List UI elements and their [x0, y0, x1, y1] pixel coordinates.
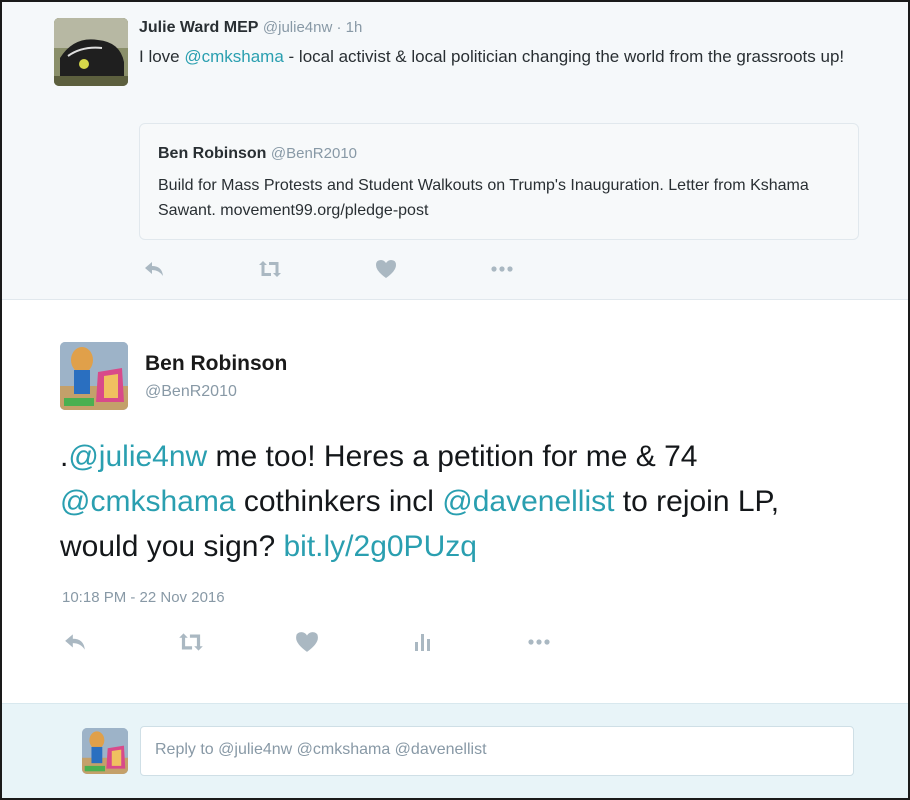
tweet-timestamp[interactable]: 10:18 PM - 22 Nov 2016	[62, 589, 225, 606]
like-icon[interactable]	[371, 257, 401, 281]
quoted-tweet-header: Ben Robinson @BenR2010	[158, 145, 357, 163]
author-name[interactable]: Ben Robinson	[145, 352, 287, 376]
main-tweet-text: .@julie4nw me too! Heres a petition for …	[60, 434, 860, 569]
url-link[interactable]: bit.ly/2g0PUzq	[283, 530, 476, 563]
text-fragment: I love	[139, 47, 185, 66]
author-name[interactable]: Julie Ward MEP	[139, 19, 258, 36]
parent-tweet-text: I love @cmkshama - local activist & loca…	[139, 44, 879, 69]
reply-input[interactable]: Reply to @julie4nw @cmkshama @davenellis…	[140, 726, 854, 776]
like-icon[interactable]	[292, 630, 322, 654]
reply-icon[interactable]	[139, 257, 169, 281]
quoted-author-handle[interactable]: @BenR2010	[271, 145, 357, 162]
reply-icon[interactable]	[60, 630, 90, 654]
avatar[interactable]	[60, 342, 128, 410]
more-icon[interactable]	[487, 257, 517, 281]
tweet-age[interactable]: · 1h	[332, 19, 362, 36]
more-icon[interactable]	[524, 630, 554, 654]
retweet-icon[interactable]	[176, 630, 206, 654]
tweet-frame: Julie Ward MEP @julie4nw · 1h I love @cm…	[0, 0, 910, 800]
author-handle[interactable]: @julie4nw	[263, 19, 332, 36]
text-fragment: - local activist & local politician chan…	[283, 47, 845, 66]
parent-tweet-actions	[139, 257, 517, 281]
retweet-icon[interactable]	[255, 257, 285, 281]
mention-link[interactable]: @davenellist	[442, 485, 614, 518]
main-tweet-actions	[60, 630, 554, 654]
avatar[interactable]	[54, 18, 128, 86]
quoted-author-name[interactable]: Ben Robinson	[158, 145, 266, 162]
author-handle[interactable]: @BenR2010	[145, 383, 237, 401]
text-fragment: cothinkers incl	[235, 485, 443, 518]
analytics-icon[interactable]	[408, 630, 438, 654]
parent-tweet-header: Julie Ward MEP @julie4nw · 1h	[139, 18, 362, 38]
quoted-tweet[interactable]: Ben Robinson @BenR2010 Build for Mass Pr…	[139, 123, 859, 240]
reply-composer: Reply to @julie4nw @cmkshama @davenellis…	[2, 703, 908, 798]
mention-link[interactable]: @cmkshama	[60, 485, 236, 518]
mention-link[interactable]: @cmkshama	[184, 47, 283, 66]
mention-link[interactable]: @julie4nw	[68, 440, 207, 473]
avatar	[82, 728, 128, 774]
text-fragment: me too! Heres a petition for me & 74	[207, 440, 698, 473]
quoted-tweet-text: Build for Mass Protests and Student Walk…	[158, 177, 809, 219]
main-tweet: Ben Robinson @BenR2010 .@julie4nw me too…	[2, 300, 908, 703]
parent-tweet[interactable]: Julie Ward MEP @julie4nw · 1h I love @cm…	[2, 2, 908, 300]
